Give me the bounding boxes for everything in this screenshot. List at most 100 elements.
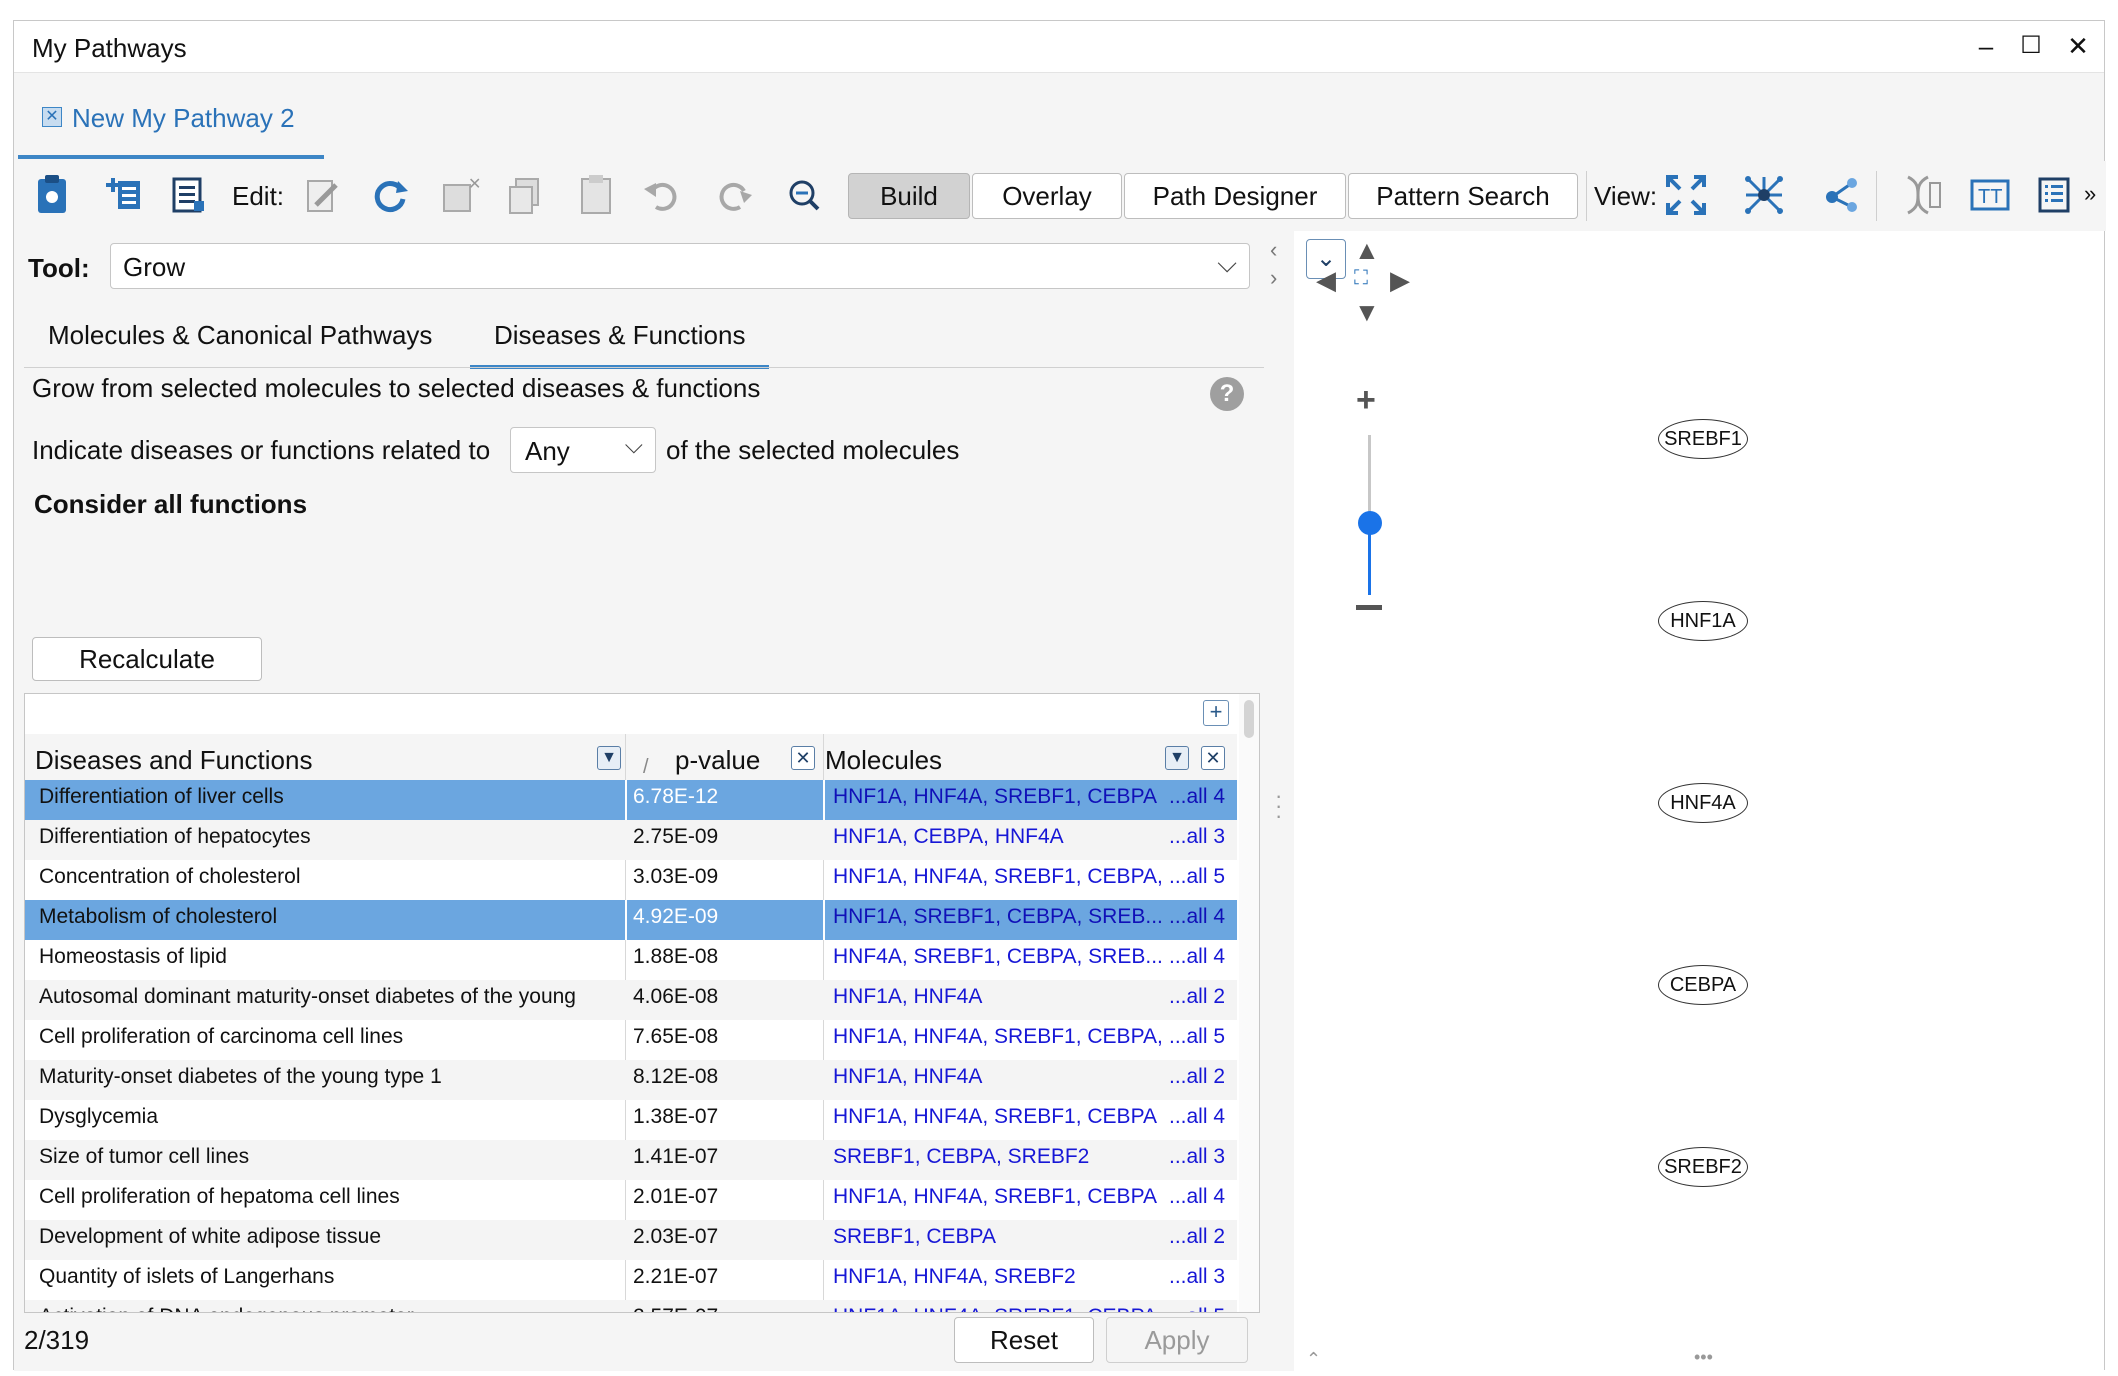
molecules-link[interactable]: HNF1A, CEBPA, HNF4A [833,820,1163,860]
drag-handle-icon[interactable]: ••• [1694,1347,1713,1368]
table-row[interactable]: Quantity of islets of Langerhans 2.21E-07… [25,1260,1237,1300]
all-molecules-link[interactable]: ...all 3 [1169,820,1229,860]
all-molecules-link[interactable]: ...all 5 [1169,860,1229,900]
list-view-icon[interactable] [2034,173,2078,217]
chevron-up-icon[interactable]: ⌃ [1306,1349,1321,1370]
all-molecules-link[interactable]: ...all 2 [1169,980,1229,1020]
zoom-slider-handle[interactable] [1358,511,1382,535]
add-column-icon[interactable]: + [1203,700,1229,726]
chevron-right-icon[interactable]: › [1270,265,1277,291]
pan-down-icon[interactable]: ▼ [1354,297,1380,328]
table-row[interactable]: Cell proliferation of carcinoma cell lin… [25,1020,1237,1060]
node-hnf1a[interactable]: HNF1A [1658,601,1748,641]
tool-select[interactable]: Grow ⌵ [110,243,1250,289]
add-molecules-icon[interactable] [102,173,146,217]
center-view-icon[interactable]: ⛶ [1354,267,1368,290]
network-layout-icon[interactable] [1742,173,1786,217]
all-molecules-link[interactable]: ...all 3 [1169,1140,1229,1180]
table-row[interactable]: Activation of DNA endogenous promoter2.5… [25,1300,1237,1312]
node-srebf1[interactable]: SREBF1 [1658,419,1748,459]
paste-icon[interactable] [574,173,618,217]
remove-column-icon[interactable]: ✕ [791,746,815,770]
remove-column-icon[interactable]: ✕ [1201,746,1225,770]
all-molecules-link[interactable]: ...all 2 [1169,1220,1229,1260]
related-to-select[interactable]: Any ⌵ [510,427,656,473]
edit-pencil-icon[interactable] [300,173,344,217]
all-molecules-link[interactable]: ...all 5 [1169,1020,1229,1060]
mode-overlay-button[interactable]: Overlay [972,173,1122,219]
molecules-link[interactable]: HNF1A, HNF4A [833,980,1163,1020]
toolbar-overflow-button[interactable]: » [2084,181,2096,207]
table-row[interactable]: Homeostasis of lipid 1.88E-08 HNF4A, SREBF… [25,940,1237,980]
refresh-icon[interactable] [368,173,412,217]
pan-up-icon[interactable]: ▲ [1354,235,1380,266]
mode-build-button[interactable]: Build [848,173,970,219]
mode-pattern-search-button[interactable]: Pattern Search [1348,173,1578,219]
minimize-button[interactable]: – [1968,31,2004,62]
node-cebpa[interactable]: CEBPA [1658,965,1748,1005]
pan-right-icon[interactable]: ▶ [1390,265,1410,296]
panel-splitter[interactable]: ‹ › · · · [1264,231,1294,1371]
maximize-button[interactable]: ☐ [2013,31,2049,60]
all-molecules-link[interactable]: ...all 4 [1169,940,1229,980]
scrollbar-thumb[interactable] [1244,700,1254,738]
table-scrollbar[interactable] [1239,694,1259,1312]
all-molecules-link[interactable]: ...all 5 [1169,1300,1229,1312]
apply-button[interactable]: Apply [1106,1317,1248,1363]
clipboard-icon[interactable] [30,173,74,217]
mode-path-designer-button[interactable]: Path Designer [1124,173,1346,219]
tab-new-my-pathway-2[interactable]: ✕ New My Pathway 2 [18,73,324,159]
table-row[interactable]: Cell proliferation of hepatoma cell line… [25,1180,1237,1220]
column-header-diseases[interactable]: Diseases and Functions [35,734,312,780]
column-header-molecules[interactable]: Molecules [825,734,942,780]
molecules-link[interactable]: SREBF1, CEBPA, SREBF2 [833,1140,1163,1180]
tab-molecules-canonical-pathways[interactable]: Molecules & Canonical Pathways [24,307,456,369]
splitter-grip-icon[interactable]: · · · [1275,785,1282,827]
molecules-link[interactable]: HNF1A, HNF4A, SREBF2 [833,1260,1163,1300]
list-document-icon[interactable] [166,173,210,217]
filter-icon[interactable]: ▼ [597,746,621,770]
redo-icon[interactable] [712,173,756,217]
recalculate-button[interactable]: Recalculate [32,637,262,681]
close-button[interactable]: ✕ [2060,31,2096,62]
table-row[interactable]: Differentiation of hepatocytes 2.75E-09 HN… [25,820,1237,860]
table-row[interactable]: Differentiation of liver cells 6.78E-12 HN… [25,780,1237,820]
table-row[interactable]: Maturity-onset diabetes of the young typ… [25,1060,1237,1100]
chevron-left-icon[interactable]: ‹ [1270,237,1277,263]
zoom-in-icon[interactable]: + [1356,381,1376,420]
fit-to-screen-icon[interactable] [1664,173,1708,217]
all-molecules-link[interactable]: ...all 2 [1169,1060,1229,1100]
molecules-link[interactable]: HNF1A, HNF4A, SREBF1, CEBPA [833,1100,1163,1140]
zoom-out-icon[interactable] [782,173,826,217]
molecules-link[interactable]: HNF1A, HNF4A, SREBF1, CEBPA, [833,860,1163,900]
all-molecules-link[interactable]: ...all 4 [1169,1180,1229,1220]
reset-button[interactable]: Reset [954,1317,1094,1363]
node-hnf4a[interactable]: HNF4A [1658,783,1748,823]
all-molecules-link[interactable]: ...all 4 [1169,900,1229,940]
close-tab-icon[interactable]: ✕ [42,107,62,127]
molecules-link[interactable]: HNF1A, HNF4A, SREBF1, CEBPA, [833,1020,1163,1060]
pan-left-icon[interactable]: ◀ [1316,265,1336,296]
table-row[interactable]: Size of tumor cell lines 1.41E-07 SREBF1, … [25,1140,1237,1180]
molecules-link[interactable]: SREBF1, CEBPA [833,1220,1163,1260]
molecules-link[interactable]: HNF4A, SREBF1, CEBPA, SREB... [833,940,1163,980]
help-icon[interactable]: ? [1210,377,1244,411]
zoom-out-button-icon[interactable] [1356,605,1382,610]
copy-icon[interactable] [504,173,548,217]
share-layout-icon[interactable] [1822,173,1866,217]
molecules-link[interactable]: HNF1A, HNF4A, SREBF1, CEBPA [833,1180,1163,1220]
text-label-icon[interactable]: TT [1968,173,2012,217]
column-header-pvalue[interactable]: p-value [675,734,760,780]
table-row[interactable]: Autosomal dominant maturity-onset diabet… [25,980,1237,1020]
tab-diseases-functions[interactable]: Diseases & Functions [470,307,770,369]
molecules-link[interactable]: HNF1A, HNF4A, SREBF1, CEBPA [833,780,1163,820]
pathway-canvas[interactable]: ⌄ ▲ ◀ ⛶ ▶ ▼ + SREBF1 HNF1A HNF4A CEBPA S… [1294,231,2104,1371]
table-row[interactable]: Concentration of cholesterol 3.03E-09 HNF1… [25,860,1237,900]
molecules-link[interactable]: HNF1A, SREBF1, CEBPA, SREB... [833,900,1163,940]
all-molecules-link[interactable]: ...all 4 [1169,780,1229,820]
all-molecules-link[interactable]: ...all 4 [1169,1100,1229,1140]
table-row[interactable]: Dysglycemia 1.38E-07 HNF1A, HNF4A, SREBF1,… [25,1100,1237,1140]
undo-icon[interactable] [640,173,684,217]
filter-icon[interactable]: ▼ [1165,746,1189,770]
dna-icon[interactable] [1898,173,1942,217]
